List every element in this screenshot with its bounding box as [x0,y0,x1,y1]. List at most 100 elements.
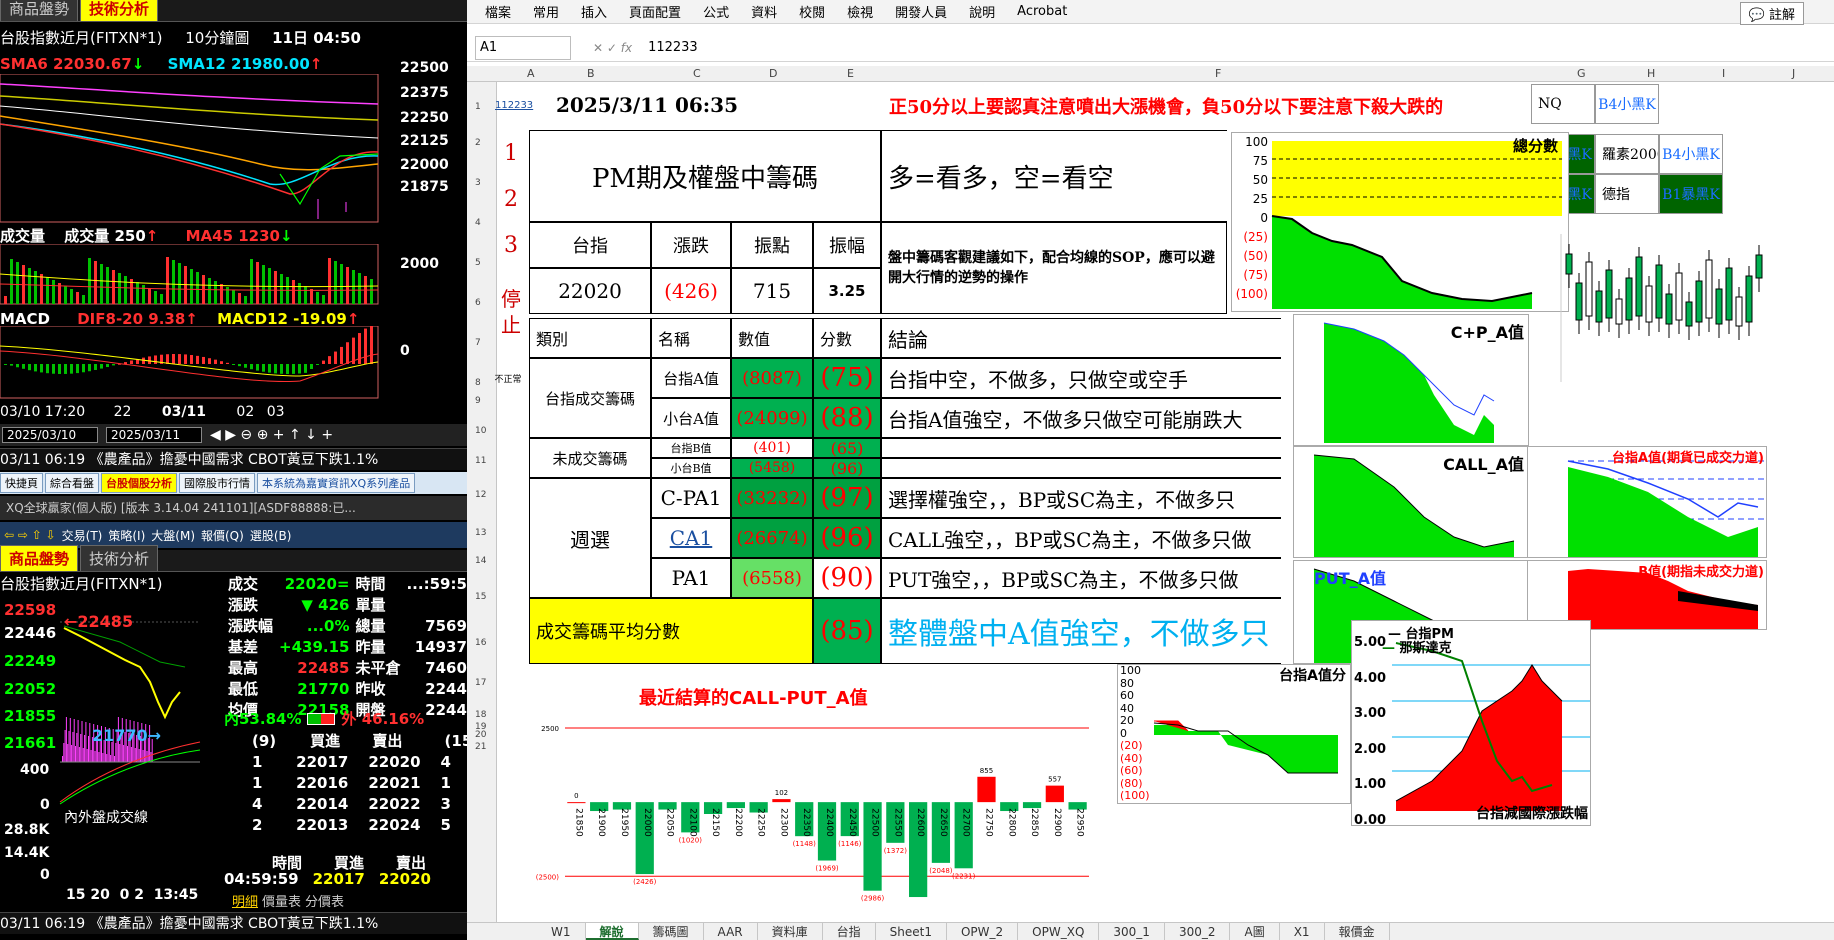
news-ticker-2[interactable]: 03/11 06:19 《農產品》擔憂中國需求 CBOT黃豆下跌1.1% [0,912,467,934]
ribbon-tab-2[interactable]: 插入 [581,2,607,21]
name-box[interactable]: A1 [475,35,571,60]
back-forward-icon[interactable]: ⇦ ⇨ ⇧ ⇩ [4,528,56,542]
tick-22600: 22600 [915,808,925,837]
book-ask-count: (15) [444,732,467,750]
quote-cell: 22446 [425,680,467,698]
sheet-tab-9[interactable]: 300_1 [1099,923,1165,940]
tick-21900: 21900 [596,808,606,837]
pm-foot-title: 台指減國際漲跌幅 [1476,806,1588,822]
label-22900: 557 [1048,776,1061,784]
sheet-tab-3[interactable]: AAR [704,923,758,940]
comment-button[interactable]: 💬 註解 [1739,2,1804,25]
nav-shortcut[interactable]: 快捷頁 [0,473,43,493]
signal-cell: NQ [1531,84,1595,124]
bar-22300 [772,799,791,803]
ribbon-tab-9[interactable]: 說明 [969,2,995,21]
nav-overview[interactable]: 綜合看盤 [45,473,99,493]
sheet-tab-1[interactable]: 解說 [585,923,639,940]
ribbon-tab-5[interactable]: 資料 [751,2,777,21]
menu-trade[interactable]: 交易(T) [62,527,103,544]
signal-cell: B4小黑K [1659,134,1723,174]
sheet-tab-11[interactable]: A圖 [1230,923,1280,940]
quote-cell: 75692 [425,617,467,635]
tab-price-volume[interactable]: 價量表 [262,891,301,910]
book-cell: 4 [440,753,451,771]
quote-table: 成交 22020= 時間 ...:59:59 漲跌 ▼ 426 單量 1 漲跌幅 ...0% 總量 7… [224,573,467,722]
quote-cell: 未平倉 [355,659,401,677]
price-tick-4: 22000 [400,157,449,173]
date-from[interactable]: 2025/03/10 [2,427,98,443]
menu-strategy[interactable]: 策略(I) [108,527,145,544]
axis-tick: 3.00 [1354,706,1387,721]
price-tick-1: 22375 [400,85,449,101]
axis-tick: 0.00 [1354,812,1387,826]
sheet-tab-0[interactable]: W1 [537,923,586,940]
chart-interval[interactable]: 10分鐘圖 [185,29,249,47]
nav-intl[interactable]: 國際股市行情 [179,473,255,493]
ribbon-tab-3[interactable]: 頁面配置 [629,2,681,21]
ribbon-tab-6[interactable]: 校閱 [799,2,825,21]
menu-quote[interactable]: 報價(Q) [201,527,244,544]
intraday-tick-4: 21855 [4,707,57,725]
sheet-tab-10[interactable]: 300_2 [1165,923,1231,940]
ma45-value: MA45 1230 [185,227,280,245]
zoom-controls[interactable]: ◀ ▶ ⊖ ⊕ + ↑ ↓ + [210,427,333,443]
book-cell: 22020 [368,753,421,771]
tab-market-2[interactable]: 商品盤勢 [0,545,79,571]
ribbon-tab-1[interactable]: 常用 [533,2,559,21]
label-22000: (2426) [633,878,657,886]
price-tick-0: 22500 [400,60,449,76]
col-name: 名稱 [651,318,731,358]
tab-technical-2[interactable]: 技術分析 [80,545,159,571]
report-datetime: 2025/3/11 06:35 [555,93,739,117]
tick-22000: 22000 [642,808,652,837]
cell-a1[interactable]: 112233 [495,100,533,111]
sheet-tab-5[interactable]: 台指 [823,923,876,940]
row-conclusion: 選擇權強空，，BP或SC為主，不做多只 [881,478,1281,518]
candle-chart [1560,234,1763,382]
menu-market[interactable]: 大盤(M) [151,527,195,544]
tab-detail[interactable]: 明細 [232,891,258,910]
row-name[interactable]: CA1 [651,518,731,558]
book-cell: 1 [440,774,451,792]
price-tick-3: 22125 [400,133,449,149]
formula-icons[interactable]: ✕ ✓ fx [593,41,632,55]
ribbon-tab-0[interactable]: 檔案 [485,2,511,21]
index-a-chart: 台指A值(期貨已成交力道) [1527,446,1767,558]
date-to[interactable]: 2025/03/11 [106,427,202,443]
sheet-tab-13[interactable]: 報價金 [1325,923,1390,940]
sheet-tab-2[interactable]: 籌碼圖 [639,923,704,940]
ribbon-tab-10[interactable]: Acrobat [1017,4,1067,19]
sheet-tab-7[interactable]: OPW_2 [947,923,1019,940]
axis-tick: 100 [1120,664,1141,677]
nav-toolbar: 快捷頁 綜合看盤 台股個股分析 國際股市行情 本系統為嘉實資訊XQ系列產品 [0,472,467,494]
sheet-tab-12[interactable]: X1 [1280,923,1325,940]
ribbon-tab-7[interactable]: 檢視 [847,2,873,21]
chart-symbol: 台股指數近月(FITXN*1) [0,29,163,47]
sheet-tab-6[interactable]: Sheet1 [876,923,947,940]
row-value: (5458) [731,458,813,478]
cp-a-title: C+P_A值 [1450,323,1524,342]
nav-stock-analysis[interactable]: 台股個股分析 [101,473,177,493]
cat-weekly: 週選 [529,478,651,598]
sheet-tab-8[interactable]: OPW_XQ [1018,923,1100,940]
news-ticker[interactable]: 03/11 06:19 《農產品》擔憂中國需求 CBOT黃豆下跌1.1% [0,448,467,470]
inner-ratio: 內53.84% [224,710,302,728]
tab-technical[interactable]: 技術分析 [80,0,159,21]
hdr-range: 振幅 [813,222,881,268]
ribbon-tab-4[interactable]: 公式 [703,2,729,21]
sma12-label: SMA12 21980.00 [167,55,310,73]
tab-market[interactable]: 商品盤勢 [0,0,79,21]
sheet-tab-4[interactable]: 資料庫 [758,923,823,940]
formula-input[interactable]: 112233 [648,40,698,55]
tab-price-dist[interactable]: 分價表 [305,891,344,910]
detail-tabs: 明細 價量表 分價表 [232,891,344,910]
row-name: 台指B值 [651,438,731,458]
menu-screener[interactable]: 選股(B) [250,527,292,544]
volume-title: 成交量 [0,227,46,245]
label-22300: 102 [775,789,788,797]
axis-tick: (25) [1243,230,1268,244]
col-score: 分數 [813,318,881,358]
label-22450: (1146) [838,840,862,848]
ribbon-tab-8[interactable]: 開發人員 [895,2,947,21]
